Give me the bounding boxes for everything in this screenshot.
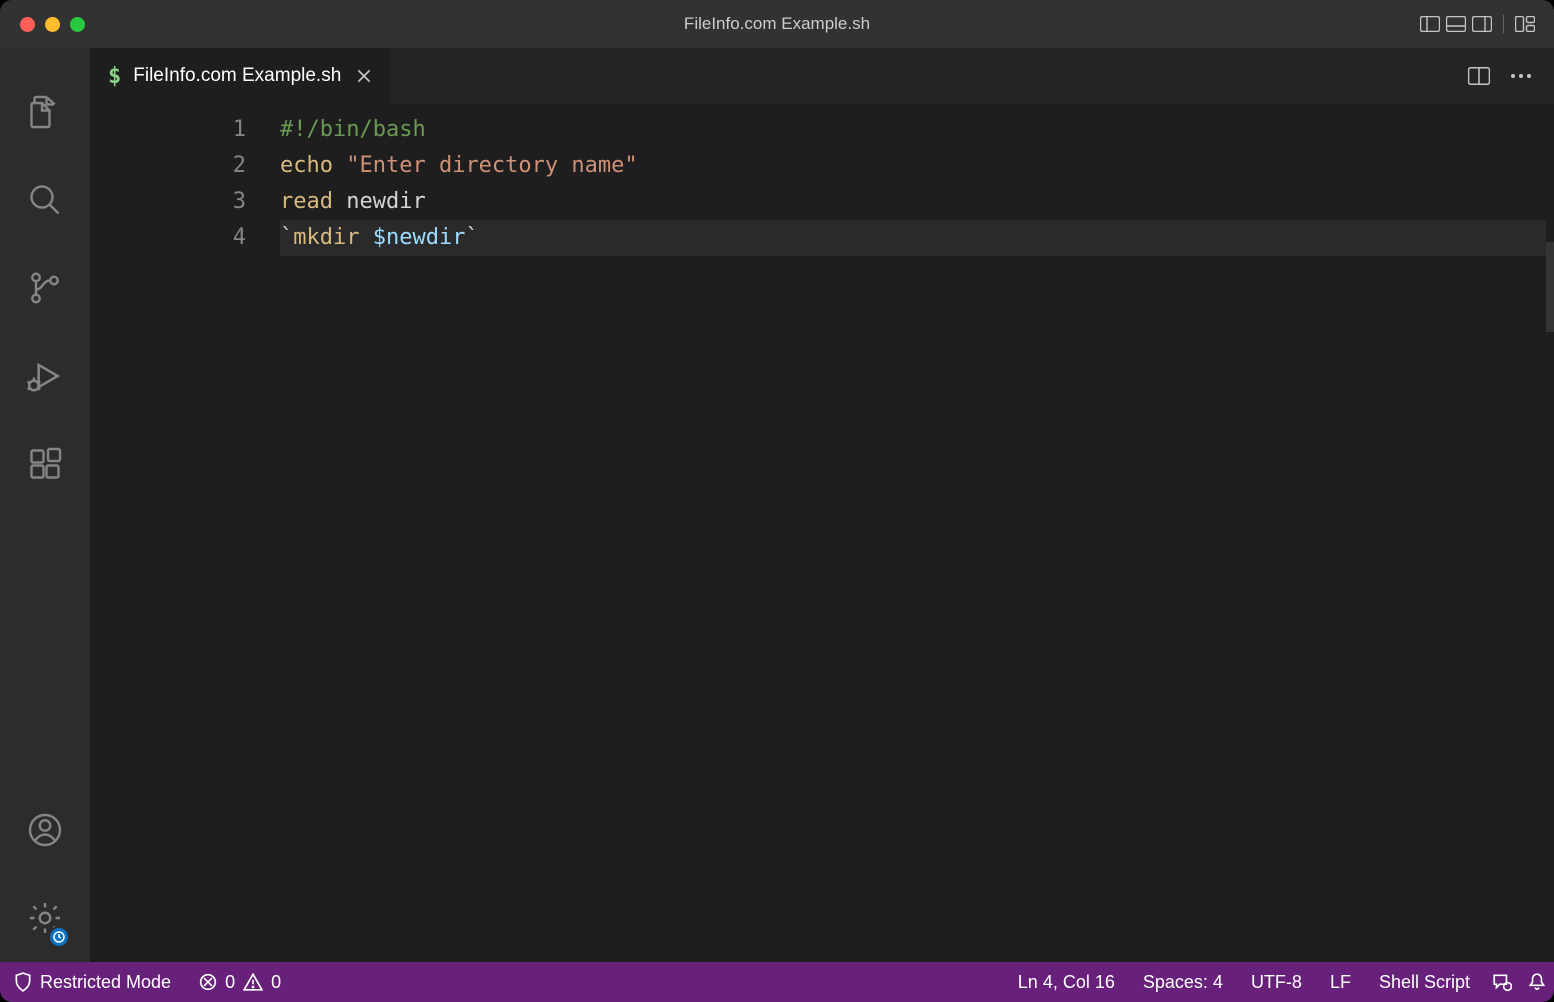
editor-tab[interactable]: $ FileInfo.com Example.sh bbox=[90, 48, 392, 104]
status-errors-count: 0 bbox=[225, 972, 235, 993]
window-title: FileInfo.com Example.sh bbox=[684, 14, 870, 34]
file-type-shell-icon: $ bbox=[108, 64, 121, 89]
settings-sync-badge-icon bbox=[48, 926, 70, 948]
status-problems[interactable]: 0 0 bbox=[185, 962, 295, 1002]
status-eol[interactable]: LF bbox=[1316, 962, 1365, 1002]
line-number: 2 bbox=[90, 148, 246, 184]
window-minimize-button[interactable] bbox=[45, 17, 60, 32]
window-close-button[interactable] bbox=[20, 17, 35, 32]
activity-source-control[interactable] bbox=[0, 244, 90, 332]
tabs-bar: $ FileInfo.com Example.sh bbox=[90, 48, 1554, 104]
editor-area: $ FileInfo.com Example.sh 1234 bbox=[90, 48, 1554, 962]
status-language-mode[interactable]: Shell Script bbox=[1365, 962, 1484, 1002]
app-window: FileInfo.com Example.sh bbox=[0, 0, 1554, 1002]
text-editor[interactable]: 1234 #!/bin/bashecho "Enter directory na… bbox=[90, 104, 1554, 962]
status-indentation[interactable]: Spaces: 4 bbox=[1129, 962, 1237, 1002]
window-maximize-button[interactable] bbox=[70, 17, 85, 32]
tab-close-button[interactable] bbox=[353, 65, 375, 87]
code-content[interactable]: #!/bin/bashecho "Enter directory name"re… bbox=[280, 112, 1546, 962]
status-encoding[interactable]: UTF-8 bbox=[1237, 962, 1316, 1002]
status-restricted-label: Restricted Mode bbox=[40, 972, 171, 993]
code-line[interactable]: echo "Enter directory name" bbox=[280, 148, 1546, 184]
activity-bar bbox=[0, 48, 90, 962]
line-number: 1 bbox=[90, 112, 246, 148]
activity-settings[interactable] bbox=[0, 874, 90, 962]
workbench-body: $ FileInfo.com Example.sh 1234 bbox=[0, 48, 1554, 962]
titlebar: FileInfo.com Example.sh bbox=[0, 0, 1554, 48]
titlebar-layout-controls bbox=[1419, 13, 1554, 35]
code-line[interactable]: `mkdir $newdir` bbox=[280, 220, 1546, 256]
activity-explorer[interactable] bbox=[0, 68, 90, 156]
minimap-slider[interactable] bbox=[1546, 242, 1554, 332]
customize-layout-icon[interactable] bbox=[1514, 13, 1536, 35]
editor-actions bbox=[1466, 48, 1554, 104]
line-number: 3 bbox=[90, 184, 246, 220]
status-warnings-count: 0 bbox=[271, 972, 281, 993]
titlebar-separator bbox=[1503, 15, 1504, 33]
line-number-gutter: 1234 bbox=[90, 112, 280, 962]
traffic-lights bbox=[0, 17, 85, 32]
status-notifications[interactable] bbox=[1520, 962, 1554, 1002]
minimap[interactable] bbox=[1546, 112, 1554, 962]
status-restricted-mode[interactable]: Restricted Mode bbox=[0, 962, 185, 1002]
split-editor-icon[interactable] bbox=[1466, 63, 1492, 89]
status-cursor-position[interactable]: Ln 4, Col 16 bbox=[1004, 962, 1129, 1002]
status-feedback[interactable] bbox=[1484, 962, 1520, 1002]
activity-extensions[interactable] bbox=[0, 420, 90, 508]
toggle-panel-icon[interactable] bbox=[1445, 13, 1467, 35]
toggle-primary-sidebar-icon[interactable] bbox=[1419, 13, 1441, 35]
toggle-secondary-sidebar-icon[interactable] bbox=[1471, 13, 1493, 35]
code-line[interactable]: #!/bin/bash bbox=[280, 112, 1546, 148]
line-number: 4 bbox=[90, 220, 246, 256]
more-actions-icon[interactable] bbox=[1508, 63, 1534, 89]
activity-run-debug[interactable] bbox=[0, 332, 90, 420]
status-bar: Restricted Mode 0 0 Ln 4, Col 16 Spaces:… bbox=[0, 962, 1554, 1002]
activity-search[interactable] bbox=[0, 156, 90, 244]
tab-label: FileInfo.com Example.sh bbox=[133, 65, 341, 87]
activity-accounts[interactable] bbox=[0, 786, 90, 874]
code-line[interactable]: read newdir bbox=[280, 184, 1546, 220]
